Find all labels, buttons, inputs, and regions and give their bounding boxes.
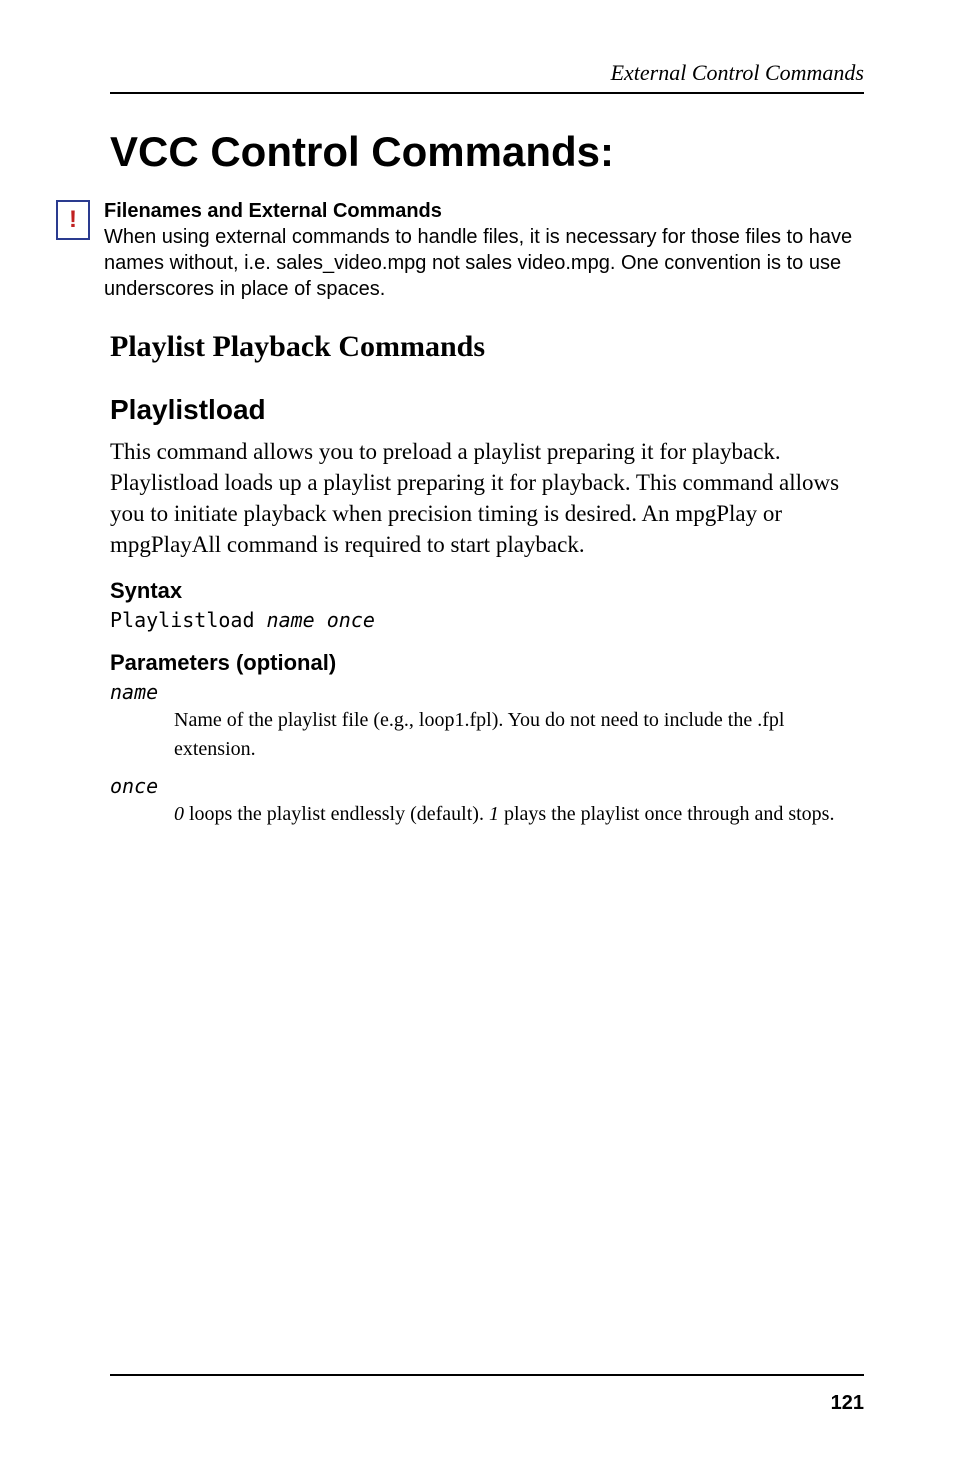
running-head: External Control Commands — [110, 60, 864, 86]
note-body: When using external commands to handle f… — [104, 226, 852, 300]
note-text: Filenames and External Commands When usi… — [104, 198, 864, 302]
page-footer: 121 — [110, 1374, 864, 1415]
syntax-keyword: Playlistload — [110, 608, 255, 632]
param-italic: 1 — [489, 803, 499, 825]
param-text: plays the playlist once through and stop… — [499, 803, 835, 825]
alert-icon-container: ! — [56, 200, 90, 240]
note-heading: Filenames and External Commands — [104, 198, 864, 224]
syntax-line: Playlistload name once — [110, 608, 864, 632]
syntax-label: Syntax — [110, 578, 864, 604]
param-desc: Name of the playlist file (e.g., loop1.f… — [174, 706, 864, 764]
command-description: This command allows you to preload a pla… — [110, 436, 864, 560]
param-desc: 0 loops the playlist endlessly (default)… — [174, 800, 864, 829]
param-name: once — [110, 774, 864, 798]
syntax-params: name once — [267, 608, 375, 632]
footer-rule — [110, 1374, 864, 1376]
alert-icon-glyph: ! — [69, 206, 77, 234]
section-heading: Playlist Playback Commands — [110, 330, 864, 364]
param-name: name — [110, 680, 864, 704]
command-heading: Playlistload — [110, 394, 864, 426]
page: External Control Commands VCC Control Co… — [0, 0, 954, 1475]
parameters-label: Parameters (optional) — [110, 650, 864, 676]
page-title: VCC Control Commands: — [110, 128, 864, 176]
alert-icon: ! — [56, 200, 90, 240]
param-text: loops the playlist endlessly (default). — [184, 803, 489, 825]
param-italic: 0 — [174, 803, 184, 825]
header-rule — [110, 92, 864, 94]
page-number: 121 — [110, 1392, 864, 1415]
note-block: ! Filenames and External Commands When u… — [56, 198, 864, 302]
